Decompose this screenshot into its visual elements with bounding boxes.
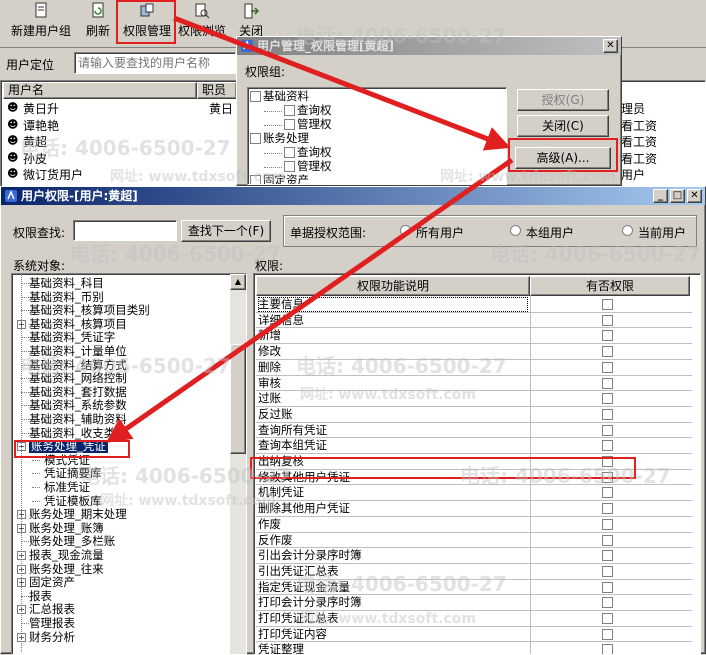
arrow-to-advanced xyxy=(173,15,511,151)
arrow-to-voucher xyxy=(105,157,514,443)
guide-arrows xyxy=(105,15,514,443)
